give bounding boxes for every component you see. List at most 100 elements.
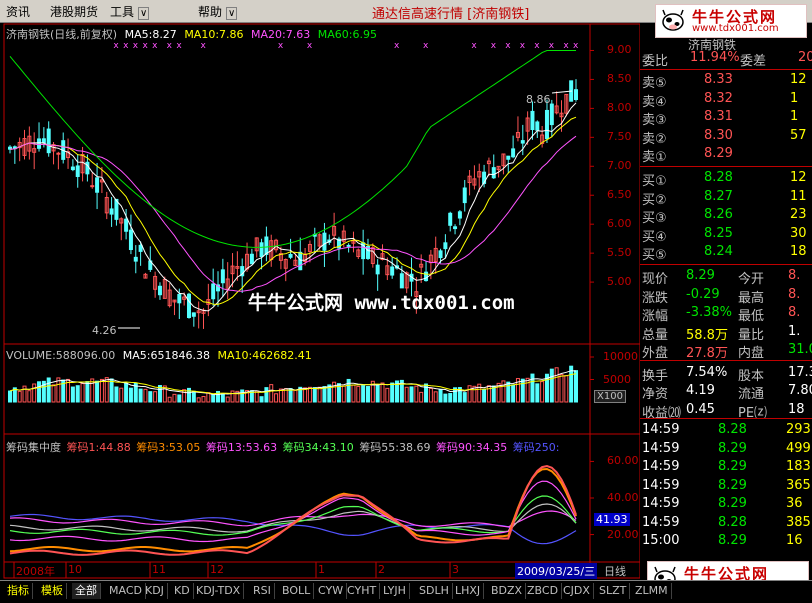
- candle-body: [322, 232, 327, 251]
- candle-body: [462, 187, 467, 204]
- high-annotation: 8.86: [526, 93, 551, 106]
- candle-body: [191, 312, 196, 317]
- menu-news[interactable]: 资讯: [6, 3, 30, 20]
- signal-marker: x: [152, 41, 158, 51]
- volume-bar: [462, 392, 467, 403]
- tab-sdlh[interactable]: SDLH: [416, 583, 453, 599]
- candle-body: [264, 236, 269, 255]
- sell-label: 卖②: [642, 131, 667, 147]
- chips-1: 筹码1:44.88: [66, 441, 131, 454]
- quote-label: 股本: [738, 368, 765, 384]
- menu-hk-futures[interactable]: 港股期货: [50, 3, 98, 20]
- tab-cyht[interactable]: CYHT: [344, 583, 381, 599]
- buy-volume: 12: [790, 170, 807, 185]
- volume-bar: [419, 391, 424, 403]
- tick-time: 14:59: [642, 477, 680, 493]
- buy-label: 买⑤: [642, 248, 667, 263]
- buy-price: 8.25: [704, 225, 733, 241]
- candle-body: [491, 167, 496, 179]
- volume-bar: [520, 378, 525, 403]
- tab-boll[interactable]: BOLL: [279, 583, 315, 599]
- divider: [640, 360, 812, 361]
- ma20-label: MA20:7.63: [251, 28, 311, 41]
- candle-body: [457, 211, 462, 219]
- volume-bar: [51, 384, 56, 403]
- signal-marker: x: [491, 41, 497, 51]
- quote-label: 外盘: [642, 346, 669, 361]
- volume-bar: [8, 390, 12, 403]
- ma5-label: MA5:8.27: [124, 28, 177, 41]
- tick-volume: 499: [786, 440, 811, 456]
- volume-bar: [540, 381, 545, 403]
- volume-bar: [172, 393, 177, 403]
- volume-bar: [564, 375, 569, 403]
- tab-slzt[interactable]: SLZT: [596, 583, 631, 599]
- volume-bar: [404, 386, 409, 403]
- sell-volume: 1: [790, 109, 799, 124]
- volume-bar: [46, 377, 51, 403]
- tab-kd[interactable]: KD: [171, 583, 194, 599]
- period-label[interactable]: 日线: [604, 563, 626, 579]
- tab-rsi[interactable]: RSI: [250, 583, 275, 599]
- sell-price: 8.31: [704, 109, 733, 124]
- tab-模板[interactable]: 模板: [38, 583, 67, 599]
- ma60-line: [9, 50, 576, 248]
- tab-cyw[interactable]: CYW: [315, 583, 348, 599]
- volume-bar: [312, 387, 317, 403]
- signal-marker: x: [176, 41, 182, 51]
- quote-value: 8.: [788, 268, 801, 283]
- chips-tick-label: 20.00: [607, 527, 639, 541]
- tab-kdj[interactable]: KDJ: [142, 583, 168, 599]
- tick-time: 15:00: [642, 533, 680, 548]
- volume-bar: [138, 388, 143, 403]
- candle-body: [288, 253, 293, 258]
- menu-tools[interactable]: 工具 ∨: [110, 3, 150, 20]
- tab-lhxj[interactable]: LHXJ: [452, 583, 485, 599]
- sell-label: 卖③: [642, 113, 667, 128]
- tick-price: 8.29: [718, 533, 747, 548]
- tick-price: 8.28: [718, 514, 747, 530]
- volume-bar: [99, 378, 104, 403]
- watermark: 牛牛公式网 www.tdx001.com: [248, 292, 515, 314]
- price-tick-label: 8.50: [607, 72, 632, 86]
- tab-zlmm[interactable]: ZLMM: [632, 583, 672, 599]
- indicator-tabs: 指标 模板 全部 MACD KDJ KD KDJ-TDX RSI BOLL CYW CYHT LYJH…: [0, 580, 812, 603]
- chips-1-line: [9, 464, 577, 556]
- chips-title: 筹码集中度: [6, 441, 61, 454]
- volume-bar: [191, 390, 196, 403]
- volume-bar: [264, 387, 269, 403]
- volume-label: VOLUME:588096.00: [6, 349, 116, 362]
- price-tick-label: 7.00: [607, 159, 632, 173]
- tab-cjdx[interactable]: CJDX: [560, 583, 594, 599]
- volume-bar: [27, 390, 32, 403]
- tab-zbcd[interactable]: ZBCD: [524, 583, 563, 599]
- candle-body: [346, 244, 351, 247]
- tab-kdj-tdx[interactable]: KDJ-TDX: [193, 583, 245, 599]
- quote-label: 换手: [642, 368, 669, 384]
- vol-ma5-label: MA5:651846.38: [122, 349, 210, 362]
- tab-bdzx[interactable]: BDZX: [488, 583, 527, 599]
- quote-label: 流通: [738, 387, 765, 402]
- tab-macd[interactable]: MACD: [106, 583, 146, 599]
- cow-icon: [662, 9, 684, 31]
- volume-bar: [375, 384, 380, 403]
- tab-指标[interactable]: 指标: [4, 583, 33, 599]
- menu-help[interactable]: 帮助 ∨: [198, 3, 238, 20]
- tab-全部[interactable]: 全部: [72, 583, 101, 599]
- candle-body: [424, 271, 429, 282]
- vol-ma10-label: MA10:462682.41: [217, 349, 312, 362]
- volume-bar: [143, 388, 148, 403]
- app-title: 通达信高速行情 [济南钢铁]: [372, 7, 530, 22]
- candle-body: [90, 185, 95, 188]
- signal-marker: x: [394, 41, 400, 51]
- tick-time: 14:59: [642, 422, 680, 437]
- tab-lyjh[interactable]: LYJH: [380, 583, 410, 599]
- candle-body: [128, 229, 133, 251]
- volume-bar: [448, 393, 453, 403]
- volume-bar: [530, 373, 535, 403]
- signal-marker: x: [423, 41, 429, 51]
- date-tick-label: 3: [452, 563, 459, 576]
- low-annotation: 4.26: [92, 324, 117, 337]
- quote-value: 4.19: [686, 383, 715, 398]
- candle-body: [298, 251, 303, 271]
